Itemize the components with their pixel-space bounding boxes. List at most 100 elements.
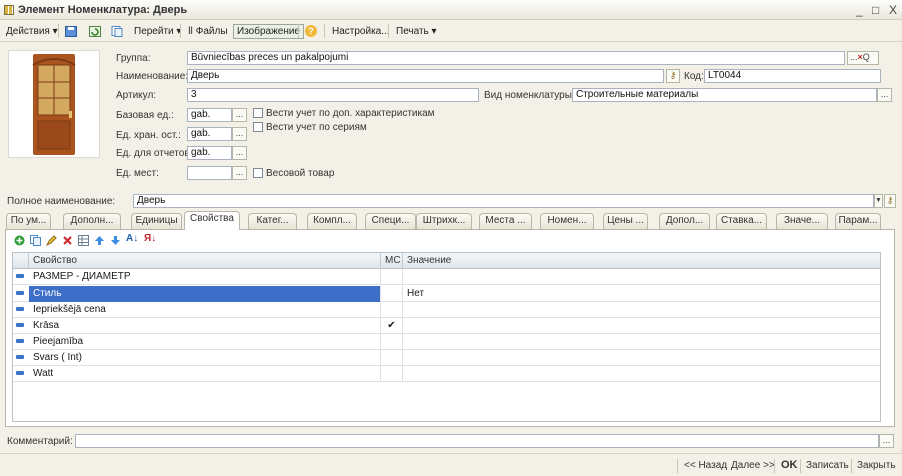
name-field[interactable]: Дверь (187, 69, 664, 83)
settings-button[interactable]: Настройка... (328, 24, 394, 39)
comment-field[interactable] (75, 434, 879, 448)
report-unit-field[interactable]: gab. (187, 146, 232, 160)
minimize-button[interactable]: _ (856, 3, 863, 17)
store-unit-select-button[interactable]: ... (232, 127, 247, 141)
sort-ascending-icon[interactable]: A↓ (126, 233, 138, 244)
refresh-icon-button[interactable] (86, 24, 104, 39)
value-cell[interactable] (403, 366, 880, 382)
tab-categories[interactable]: Катег... (248, 213, 297, 229)
property-column-header[interactable]: Свойство (29, 253, 381, 269)
store-unit-label: Ед. хран. ост.: (116, 130, 181, 141)
close-window-button[interactable]: X (889, 3, 897, 17)
value-cell[interactable] (403, 269, 880, 285)
ms-cell (381, 269, 403, 285)
tab-kits[interactable]: Компл... (307, 213, 357, 229)
row-marker-icon (16, 355, 24, 359)
places-field[interactable] (187, 166, 232, 180)
tab-rates[interactable]: Ставка... (716, 213, 767, 229)
places-select-button[interactable]: ... (232, 166, 247, 180)
base-unit-select-button[interactable]: ... (232, 108, 247, 122)
code-field[interactable]: LT0044 (704, 69, 881, 83)
add-icon[interactable] (14, 235, 25, 246)
store-unit-field[interactable]: gab. (187, 127, 232, 141)
fullname-field[interactable]: Дверь (133, 194, 874, 208)
tab-specifications[interactable]: Специ... (365, 213, 416, 229)
files-button[interactable]: ‖ Файлы (184, 24, 232, 39)
code-label: Код: (684, 71, 704, 82)
series-checkbox[interactable] (253, 122, 263, 132)
tab-nomenclature[interactable]: Номен... (540, 213, 594, 229)
app-icon (4, 5, 14, 15)
move-up-icon[interactable] (94, 235, 105, 246)
title-bar: Элемент Номенклатура: Дверь _ □ X (0, 0, 902, 20)
table-row-selected[interactable]: Стиль Нет (13, 286, 880, 302)
value-cell[interactable] (403, 334, 880, 350)
table-row[interactable]: Krāsa ✔ (13, 318, 880, 334)
extra-attributes-checkbox[interactable] (253, 108, 263, 118)
bottom-bar: << Назад Далее >> OK Записать Закрыть (0, 453, 902, 476)
report-unit-select-button[interactable]: ... (232, 146, 247, 160)
row-marker-icon (16, 307, 24, 311)
fullname-key-icon[interactable]: ⚷ (884, 194, 896, 208)
tab-additional[interactable]: Дополн... (63, 213, 121, 229)
copy-icon-button[interactable] (108, 24, 126, 39)
tab-barcodes[interactable]: Штрихк... (416, 213, 472, 229)
table-row[interactable]: Pieejamība (13, 334, 880, 350)
table-row[interactable]: РАЗМЕР - ДИАМЕТР (13, 269, 880, 285)
maximize-button[interactable]: □ (872, 3, 879, 17)
image-button[interactable]: Изображение (233, 24, 304, 39)
prev-button[interactable]: << Назад (684, 460, 727, 471)
delete-icon[interactable] (62, 235, 73, 246)
value-cell[interactable]: Нет (403, 286, 880, 302)
ms-column-header[interactable]: МС (381, 253, 403, 269)
save-icon-button[interactable] (62, 24, 80, 39)
kind-field[interactable]: Строительные материалы (572, 88, 877, 102)
fullname-dropdown-icon[interactable]: ▼ (874, 194, 883, 208)
value-cell[interactable] (403, 302, 880, 318)
sort-descending-icon[interactable]: Я↓ (144, 233, 156, 244)
table-row[interactable]: Iepriekšējā cena (13, 302, 880, 318)
tab-parameters[interactable]: Парам... (835, 213, 881, 229)
key-icon[interactable]: ⚷ (666, 69, 680, 83)
ms-cell (381, 334, 403, 350)
table-row[interactable]: Svars ( Int) (13, 350, 880, 366)
goto-menu-button[interactable]: Перейти ▾ (130, 24, 185, 39)
weight-checkbox[interactable] (253, 168, 263, 178)
save-button[interactable]: Записать (806, 460, 849, 471)
tab-additional-2[interactable]: Допол... (659, 213, 710, 229)
refresh-icon (89, 26, 101, 37)
value-cell[interactable] (403, 350, 880, 366)
tab-units[interactable]: Единицы (131, 213, 182, 229)
item-image (8, 50, 100, 158)
move-down-icon[interactable] (110, 235, 121, 246)
comment-select-button[interactable]: ... (879, 434, 894, 448)
toolbar-separator (180, 24, 181, 38)
tab-values[interactable]: Значе... (776, 213, 828, 229)
tab-prices[interactable]: Цены ... (603, 213, 648, 229)
base-unit-field[interactable]: gab. (187, 108, 232, 122)
group-select-button[interactable]: ... (850, 52, 858, 62)
group-field[interactable]: Būvniecības preces un pakalpojumi (187, 51, 845, 65)
value-column-header[interactable]: Значение (403, 253, 880, 269)
paperclip-icon: ‖ (188, 26, 193, 37)
value-cell[interactable] (403, 318, 880, 334)
print-menu-button[interactable]: Печать ▾ (392, 24, 441, 39)
ok-button[interactable]: OK (781, 459, 798, 471)
article-field[interactable]: 3 (187, 88, 479, 102)
table-row[interactable]: Watt (13, 366, 880, 382)
tab-places[interactable]: Места ... (479, 213, 532, 229)
actions-menu-button[interactable]: Действия ▾ (2, 24, 62, 39)
next-button[interactable]: Далее >> (731, 460, 775, 471)
copy-row-icon[interactable] (30, 235, 41, 246)
edit-icon[interactable] (46, 235, 57, 246)
tab-properties[interactable]: Свойства (184, 211, 240, 230)
table-icon[interactable] (78, 235, 89, 246)
row-marker-icon (16, 274, 24, 278)
report-unit-label: Ед. для отчетов: (116, 148, 193, 159)
group-search-icon[interactable]: Q (863, 52, 870, 62)
tab-defaults[interactable]: По ум... (6, 213, 51, 229)
help-icon: ? (305, 25, 317, 37)
close-button[interactable]: Закрыть (857, 460, 896, 471)
help-button[interactable]: ? (302, 24, 320, 39)
kind-select-button[interactable]: ... (877, 88, 892, 102)
